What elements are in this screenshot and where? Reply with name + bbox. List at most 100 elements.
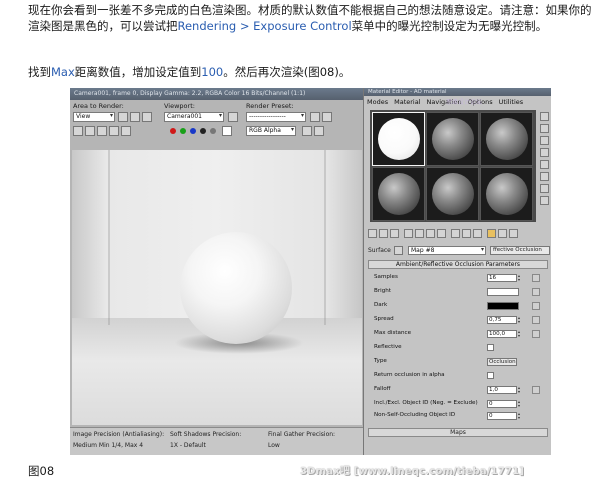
go-forward-icon[interactable] — [498, 229, 507, 238]
sample-slot[interactable] — [372, 112, 425, 166]
figure-caption: 图08 — [28, 464, 55, 478]
red-channel-icon[interactable] — [170, 128, 176, 134]
reset-map-icon[interactable] — [404, 229, 413, 238]
select-by-material-icon[interactable] — [540, 196, 549, 205]
software-screenshot: Camera001, frame 0, Display Gamma: 2.2, … — [70, 88, 551, 455]
watermark: 3Dmax吧 [www.lineqc.com/tieba/1771] — [300, 466, 525, 477]
intro-paragraph: 现在你会看到一张差不多完成的白色渲染图。材质的默认数值不能根据自己的想法随意设定… — [28, 3, 592, 33]
map-type-button[interactable]: ffective Occlusion — [490, 246, 550, 255]
copy-image-icon[interactable] — [85, 126, 95, 136]
viewport-select[interactable]: Camera001 — [164, 112, 224, 122]
area-to-render-select[interactable]: View — [73, 112, 115, 122]
crop-icon[interactable] — [130, 112, 140, 122]
make-unique-icon[interactable] — [426, 229, 435, 238]
rendered-frame-window: Camera001, frame 0, Display Gamma: 2.2, … — [70, 88, 363, 455]
spread-spinner[interactable]: ▴ ▾ — [518, 316, 522, 324]
menu-modes[interactable]: Modes — [367, 98, 388, 106]
non-self-input[interactable]: 0 — [487, 412, 517, 420]
sample-slots — [370, 110, 536, 222]
render-preset-label: Render Preset: — [246, 102, 294, 110]
swatch-icon[interactable] — [222, 126, 232, 136]
assign-material-icon[interactable] — [390, 229, 399, 238]
blowup-icon[interactable] — [142, 112, 152, 122]
dark-map-button[interactable] — [532, 302, 540, 310]
backlight-icon[interactable] — [540, 124, 549, 133]
rendered-image — [72, 150, 362, 425]
video-check-icon[interactable] — [540, 160, 549, 169]
background-icon[interactable] — [540, 136, 549, 145]
monochrome-icon[interactable] — [210, 128, 216, 134]
overlay-icon[interactable] — [314, 126, 324, 136]
region-icon[interactable] — [118, 112, 128, 122]
dark-color-swatch[interactable] — [487, 302, 519, 310]
sample-slot[interactable] — [372, 167, 425, 221]
show-end-result-icon[interactable] — [473, 229, 482, 238]
non-self-spinner[interactable]: ▴ ▾ — [518, 412, 522, 420]
save-image-icon[interactable] — [73, 126, 83, 136]
show-map-icon[interactable] — [462, 229, 471, 238]
sample-slot[interactable] — [480, 112, 533, 166]
menu-path-text: Rendering > Exposure Control — [177, 19, 352, 33]
render-window-title: Camera001, frame 0, Display Gamma: 2.2, … — [70, 88, 363, 100]
incl-excl-spinner[interactable]: ▴ ▾ — [518, 400, 522, 408]
falloff-map-button[interactable] — [532, 386, 540, 394]
falloff-spinner[interactable]: ▴ ▾ — [518, 386, 522, 394]
channel-display-select[interactable]: RGB Alpha — [246, 126, 296, 136]
max-distance-input[interactable]: 100,0 — [487, 330, 517, 338]
samples-input[interactable]: 16 — [487, 274, 517, 282]
step-paragraph: 找到Max距离数值，增加设定值到100。然后再次渲染(图08)。 — [28, 65, 351, 79]
type-select[interactable]: Occlusion — [487, 358, 517, 366]
map-name-field[interactable]: Map #8 — [408, 246, 486, 255]
occlusion-params-header[interactable]: Ambient/Reflective Occlusion Parameters — [368, 260, 548, 269]
environment-icon[interactable] — [322, 112, 332, 122]
sample-slot[interactable] — [480, 167, 533, 221]
bright-map-button[interactable] — [532, 288, 540, 296]
white-sphere — [180, 232, 292, 344]
pick-material-icon[interactable] — [509, 229, 518, 238]
uv-tiling-icon[interactable] — [540, 148, 549, 157]
green-channel-icon[interactable] — [180, 128, 186, 134]
material-editor-window: Material Editor - AO material Modes Mater… — [363, 88, 551, 455]
material-id-icon[interactable] — [451, 229, 460, 238]
samples-spinner[interactable]: ▴ ▾ — [518, 274, 522, 282]
material-editor-title: Material Editor - AO material — [364, 88, 551, 96]
render-preset-select[interactable]: ----------------- — [246, 112, 306, 122]
clear-icon[interactable] — [121, 126, 131, 136]
clone-frame-icon[interactable] — [97, 126, 107, 136]
copy-material-icon[interactable] — [415, 229, 424, 238]
make-preview-icon[interactable] — [540, 172, 549, 181]
max-distance-spinner[interactable]: ▴ ▾ — [518, 330, 522, 338]
spread-input[interactable]: 0,75 — [487, 316, 517, 324]
sample-type-icon[interactable] — [540, 112, 549, 121]
return-alpha-checkbox[interactable] — [487, 372, 494, 379]
viewport-label: Viewport: — [164, 102, 195, 110]
sample-slot[interactable] — [426, 112, 479, 166]
lock-icon[interactable] — [228, 112, 238, 122]
put-to-scene-icon[interactable] — [379, 229, 388, 238]
max-distance-map-button[interactable] — [532, 330, 540, 338]
render-setup-icon[interactable] — [310, 112, 320, 122]
put-to-library-icon[interactable] — [437, 229, 446, 238]
eyedropper-icon[interactable] — [394, 246, 403, 255]
overlay-watermark: 思缘设计论坛 — [446, 99, 483, 106]
print-icon[interactable] — [109, 126, 119, 136]
sample-slot[interactable] — [426, 167, 479, 221]
menu-utilities[interactable]: Utilities — [499, 98, 523, 106]
falloff-input[interactable]: 1,0 — [487, 386, 517, 394]
render-status-bar: Image Precision (Antialiasing): Medium M… — [70, 427, 363, 455]
maps-rollout[interactable]: Maps — [368, 428, 548, 437]
area-to-render-label: Area to Render: — [73, 102, 124, 110]
spread-map-button[interactable] — [532, 316, 540, 324]
options-icon[interactable] — [540, 184, 549, 193]
go-to-parent-icon[interactable] — [487, 229, 496, 238]
menu-material[interactable]: Material — [394, 98, 420, 106]
incl-excl-input[interactable]: 0 — [487, 400, 517, 408]
reflective-checkbox[interactable] — [487, 344, 494, 351]
samples-map-button[interactable] — [532, 274, 540, 282]
alpha-channel-icon[interactable] — [200, 128, 206, 134]
get-material-icon[interactable] — [368, 229, 377, 238]
toggle-ui-icon[interactable] — [302, 126, 312, 136]
map-name-row: Surface Map #8 ffective Occlusion — [366, 246, 550, 256]
bright-color-swatch[interactable] — [487, 288, 519, 296]
blue-channel-icon[interactable] — [190, 128, 196, 134]
